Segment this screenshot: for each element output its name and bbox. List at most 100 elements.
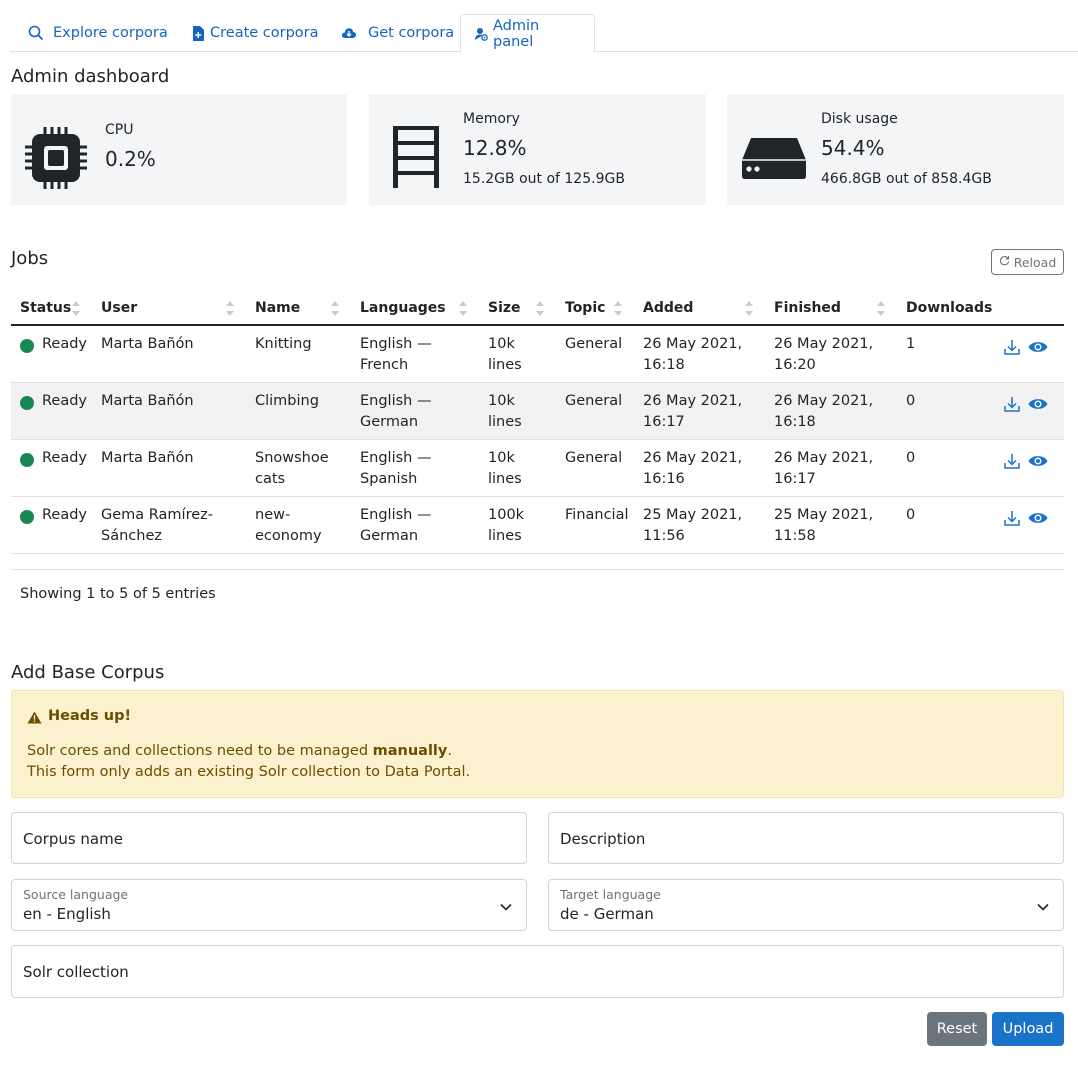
reload-button[interactable]: Reload bbox=[991, 249, 1064, 275]
admin-icon bbox=[475, 27, 488, 41]
status-text: Ready bbox=[42, 393, 88, 409]
col-topic[interactable]: Topic bbox=[565, 300, 605, 316]
sort-icon[interactable] bbox=[536, 301, 544, 317]
upload-button[interactable]: Upload bbox=[992, 1012, 1064, 1046]
tab-label: Create corpora bbox=[210, 25, 319, 41]
size-cell: 100k lines bbox=[488, 507, 525, 544]
sort-icon[interactable] bbox=[72, 301, 80, 317]
col-status[interactable]: Status bbox=[20, 300, 71, 316]
view-eye-icon[interactable] bbox=[1028, 397, 1048, 415]
name-cell: Snowshoe cats bbox=[255, 450, 329, 487]
status-ready-icon bbox=[20, 453, 34, 467]
sort-icon[interactable] bbox=[614, 301, 622, 317]
sort-icon[interactable] bbox=[745, 301, 753, 317]
added-cell: 26 May 2021, 16:17 bbox=[643, 393, 743, 430]
memory-label: Memory bbox=[463, 111, 520, 127]
table-footer-divider bbox=[11, 569, 1064, 570]
col-name[interactable]: Name bbox=[255, 300, 300, 316]
alert-line-2: This form only adds an existing Solr col… bbox=[27, 764, 471, 780]
base-corpus-title: Add Base Corpus bbox=[11, 662, 165, 683]
tab-label: Admin panel bbox=[493, 17, 540, 50]
sort-icon[interactable] bbox=[459, 301, 467, 317]
name-cell: Knitting bbox=[255, 336, 312, 352]
sort-icon[interactable] bbox=[331, 301, 339, 317]
solr-collection-field[interactable]: Solr collection bbox=[11, 945, 1064, 998]
disk-value: 54.4% bbox=[821, 136, 885, 160]
reload-label: Reload bbox=[1013, 254, 1057, 270]
finished-cell: 26 May 2021, 16:17 bbox=[774, 450, 874, 487]
disk-detail: 466.8GB out of 858.4GB bbox=[821, 171, 992, 187]
jobs-title: Jobs bbox=[11, 248, 49, 269]
source-language-select[interactable]: Source language en - English bbox=[11, 879, 527, 931]
view-eye-icon[interactable] bbox=[1028, 511, 1048, 529]
view-eye-icon[interactable] bbox=[1028, 454, 1048, 472]
description-field[interactable]: Description bbox=[548, 812, 1064, 864]
chevron-down-icon bbox=[500, 899, 512, 915]
tab-admin-panel[interactable]: Admin panel bbox=[460, 14, 595, 53]
downloads-cell: 1 bbox=[906, 336, 916, 352]
sort-icon[interactable] bbox=[226, 301, 234, 317]
corpus-name-field[interactable]: Corpus name bbox=[11, 812, 527, 864]
col-downloads[interactable]: Downloads bbox=[906, 300, 992, 316]
topic-cell: General bbox=[565, 450, 623, 466]
view-eye-icon[interactable] bbox=[1028, 340, 1048, 358]
hdd-icon bbox=[741, 136, 807, 184]
table-row: Ready Marta Bañón Knitting English — Fren… bbox=[11, 326, 1064, 383]
tab-explore-corpora[interactable]: Explore corpora bbox=[14, 14, 182, 52]
status-text: Ready bbox=[42, 507, 88, 523]
download-icon[interactable] bbox=[1003, 338, 1021, 360]
memory-detail: 15.2GB out of 125.9GB bbox=[463, 171, 625, 187]
download-icon[interactable] bbox=[1003, 452, 1021, 474]
topic-cell: General bbox=[565, 393, 623, 409]
col-user[interactable]: User bbox=[101, 300, 137, 316]
download-icon[interactable] bbox=[1003, 509, 1021, 531]
tab-label: Explore corpora bbox=[53, 25, 168, 41]
jobs-table: Status User Name Languages Size Topic Ad… bbox=[11, 291, 1064, 554]
refresh-icon bbox=[999, 255, 1010, 269]
alert-title: Heads up! bbox=[48, 708, 132, 724]
file-plus-icon bbox=[192, 25, 204, 41]
status-ready-icon bbox=[20, 339, 34, 353]
cpu-icon bbox=[23, 125, 89, 195]
table-row: Ready Marta Bañón Snowshoe cats English —… bbox=[11, 440, 1064, 497]
tab-label: Get corpora bbox=[368, 25, 455, 41]
finished-cell: 26 May 2021, 16:20 bbox=[774, 336, 874, 373]
memory-card: Memory 12.8% 15.2GB out of 125.9GB bbox=[369, 94, 706, 205]
table-row: Ready Gema Ramírez- Sánchez new-economy E… bbox=[11, 497, 1064, 554]
chevron-down-icon bbox=[1037, 899, 1049, 915]
languages-cell: English — French bbox=[360, 336, 432, 373]
user-cell: Marta Bañón bbox=[101, 336, 194, 352]
source-language-label: Source language bbox=[23, 887, 129, 902]
corpus-name-placeholder: Corpus name bbox=[23, 830, 123, 848]
languages-cell: English — German bbox=[360, 507, 432, 544]
user-cell: Gema Ramírez- Sánchez bbox=[101, 507, 213, 544]
warning-icon bbox=[27, 711, 42, 728]
status-ready-icon bbox=[20, 396, 34, 410]
size-cell: 10k lines bbox=[488, 393, 522, 430]
status-ready-icon bbox=[20, 510, 34, 524]
cpu-card: CPU 0.2% bbox=[11, 94, 347, 205]
user-cell: Marta Bañón bbox=[101, 450, 194, 466]
tab-create-corpora[interactable]: Create corpora bbox=[178, 14, 333, 52]
languages-cell: English — Spanish bbox=[360, 450, 432, 487]
sort-icon[interactable] bbox=[877, 301, 885, 317]
col-finished[interactable]: Finished bbox=[774, 300, 841, 316]
target-language-select[interactable]: Target language de - German bbox=[548, 879, 1064, 931]
added-cell: 26 May 2021, 16:16 bbox=[643, 450, 743, 487]
alert-line-1: Solr cores and collections need to be ma… bbox=[27, 743, 452, 759]
disk-label: Disk usage bbox=[821, 111, 898, 127]
added-cell: 26 May 2021, 16:18 bbox=[643, 336, 743, 373]
col-added[interactable]: Added bbox=[643, 300, 693, 316]
nav-tabs: Explore corpora Create corpora Get corpo… bbox=[10, 14, 1078, 53]
col-languages[interactable]: Languages bbox=[360, 300, 446, 316]
heads-up-alert: Heads up! Solr cores and collections nee… bbox=[11, 690, 1064, 798]
topic-cell: Financial bbox=[565, 507, 629, 523]
admin-page: Explore corpora Create corpora Get corpo… bbox=[0, 0, 1078, 1075]
reset-button[interactable]: Reset bbox=[927, 1012, 987, 1046]
col-size[interactable]: Size bbox=[488, 300, 521, 316]
cpu-label: CPU bbox=[105, 122, 134, 138]
download-icon[interactable] bbox=[1003, 395, 1021, 417]
description-placeholder: Description bbox=[560, 830, 646, 848]
status-text: Ready bbox=[42, 450, 88, 466]
tab-get-corpora[interactable]: Get corpora bbox=[327, 14, 468, 52]
